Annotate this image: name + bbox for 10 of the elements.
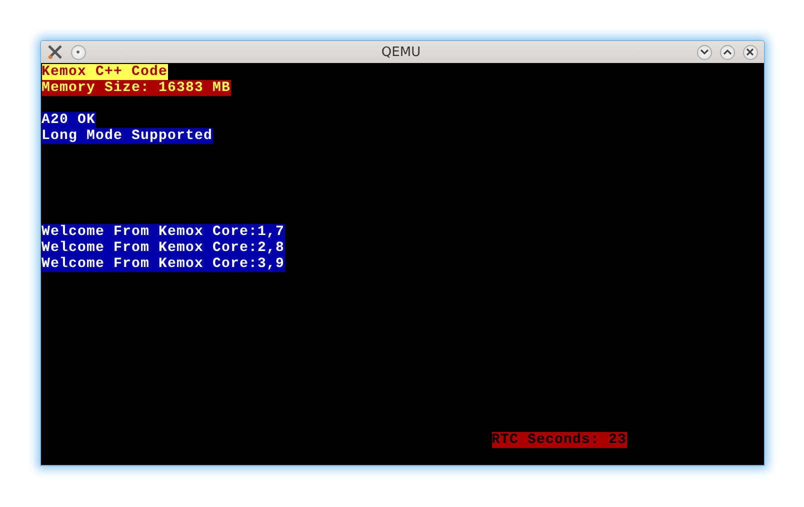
chevron-down-icon: [700, 49, 708, 55]
window-title: QEMU: [380, 44, 422, 60]
maximize-button[interactable]: [720, 44, 734, 60]
tools-icon: [46, 44, 62, 60]
close-icon: [746, 48, 754, 56]
menu-button[interactable]: [70, 44, 86, 60]
minimize-button[interactable]: [696, 44, 712, 60]
close-button[interactable]: [742, 44, 758, 60]
dot-icon: [76, 50, 80, 54]
chevron-up-icon: [722, 49, 732, 55]
